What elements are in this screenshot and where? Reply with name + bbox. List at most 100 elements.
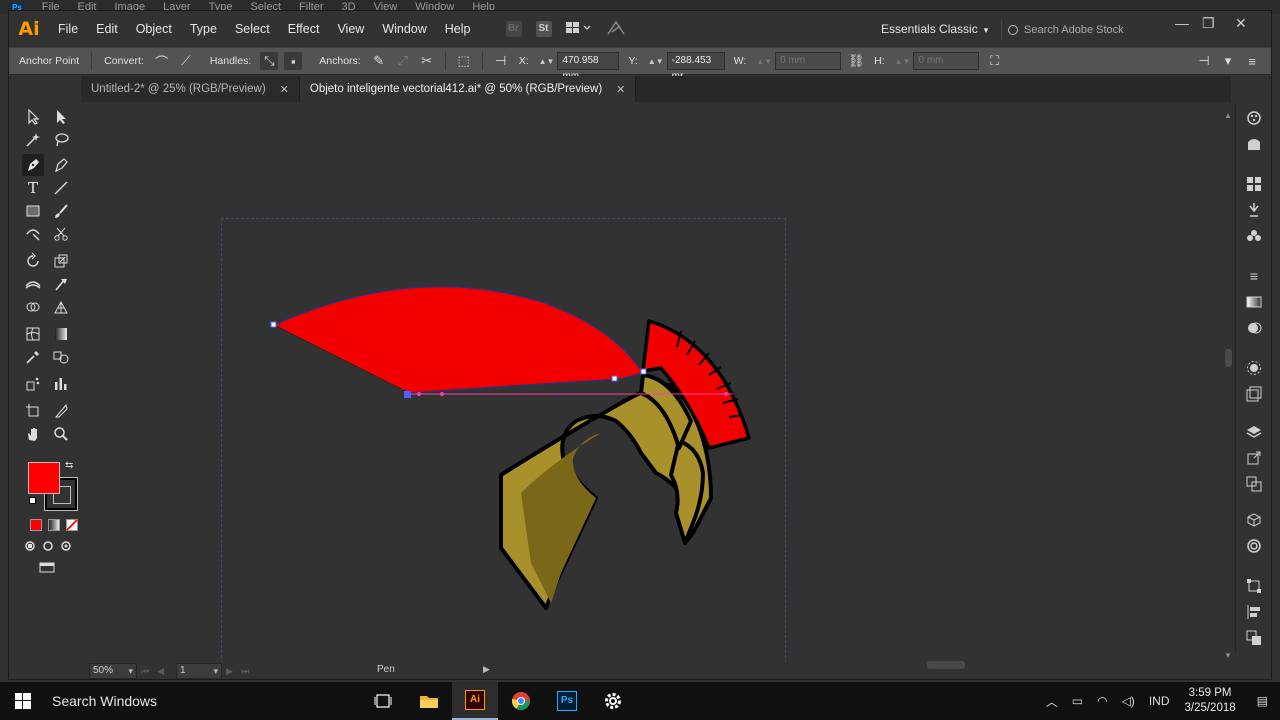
x-field[interactable]: 470.958 mm: [557, 52, 620, 82]
artboard-tool-icon[interactable]: [22, 400, 44, 422]
menu-effect[interactable]: Effect: [279, 11, 329, 47]
blend-tool-icon[interactable]: [50, 346, 72, 368]
slice-tool-icon[interactable]: [50, 400, 72, 422]
magic-wand-tool-icon[interactable]: [22, 129, 44, 151]
shaper-tool-icon[interactable]: [22, 223, 44, 245]
w-field[interactable]: 0 mm: [775, 52, 842, 70]
gradient-mode-icon[interactable]: [48, 519, 60, 531]
fill-color-swatch[interactable]: [28, 462, 60, 494]
next-artboard-icon[interactable]: ▶: [226, 666, 233, 677]
menu-file[interactable]: File: [49, 11, 87, 47]
asset-export-icon[interactable]: [1246, 450, 1262, 466]
artboard-number-field[interactable]: 1 ▾: [176, 663, 223, 679]
select-similar-icon[interactable]: ⬚: [455, 52, 473, 70]
close-tab-icon[interactable]: ✕: [280, 83, 289, 96]
menu-help[interactable]: Help: [436, 11, 480, 47]
scissors-tool-icon[interactable]: [50, 223, 72, 245]
clock[interactable]: 3:59 PM 3/25/2018: [1184, 686, 1235, 716]
hand-tool-icon[interactable]: [22, 423, 44, 445]
stroke-panel-icon[interactable]: ≡: [1246, 268, 1262, 284]
windows-start-button[interactable]: [0, 682, 46, 720]
menu-select[interactable]: Select: [226, 11, 279, 47]
h-field[interactable]: 0 mm: [913, 52, 980, 70]
creative-cloud-icon[interactable]: [1246, 538, 1262, 554]
cc-libraries-icon[interactable]: [1246, 512, 1262, 528]
status-menu-icon[interactable]: ▶: [483, 664, 490, 675]
network-icon[interactable]: ▭: [1072, 694, 1083, 708]
tab-objeto-inteligente[interactable]: Objeto inteligente vectorial412.ai* @ 50…: [299, 76, 637, 102]
appearance-icon[interactable]: [1246, 360, 1262, 376]
brushes-icon[interactable]: [1246, 202, 1262, 218]
x-stepper[interactable]: ▲▼: [539, 57, 555, 65]
transform-panel-icon[interactable]: [1246, 578, 1262, 594]
arrange-documents-icon[interactable]: [565, 21, 592, 38]
artboards-icon[interactable]: [1246, 476, 1262, 492]
workspace-switcher[interactable]: Essentials Classic ▾: [881, 11, 988, 47]
y-field[interactable]: -288.453 mr: [666, 52, 725, 82]
settings-icon[interactable]: [590, 682, 636, 720]
bridge-icon[interactable]: Br: [505, 21, 522, 37]
tab-untitled-2[interactable]: Untitled-2* @ 25% (RGB/Preview) ✕: [81, 76, 300, 102]
remove-anchor-icon[interactable]: ✎: [370, 52, 388, 70]
line-segment-tool-icon[interactable]: [50, 177, 72, 199]
wifi-icon[interactable]: ◠: [1097, 694, 1107, 708]
close-tab-icon[interactable]: ✕: [616, 83, 625, 96]
draw-normal-icon[interactable]: [22, 538, 38, 554]
photoshop-taskbar-app[interactable]: Ps: [544, 682, 590, 720]
curvature-tool-icon[interactable]: [50, 154, 72, 176]
selection-tool-icon[interactable]: [22, 106, 44, 128]
scroll-down-icon[interactable]: ▼: [1224, 651, 1232, 660]
last-artboard-icon[interactable]: ⏭: [241, 666, 249, 677]
cut-path-icon[interactable]: ✂: [418, 52, 436, 70]
hide-handles-icon[interactable]: ▪: [284, 52, 303, 70]
minimize-button[interactable]: —: [1175, 15, 1189, 31]
graphic-styles-icon[interactable]: [1246, 386, 1262, 402]
default-fill-stroke-icon[interactable]: [29, 497, 36, 504]
vertical-scroll-thumb[interactable]: [1225, 349, 1232, 367]
show-handles-icon[interactable]: ⤡: [260, 52, 279, 70]
pathfinder-icon[interactable]: [1246, 630, 1262, 646]
illustrator-taskbar-app[interactable]: Ai: [452, 682, 498, 720]
task-view-icon[interactable]: [360, 682, 406, 720]
color-mode-icon[interactable]: [30, 519, 42, 531]
gradient-panel-icon[interactable]: [1246, 294, 1262, 310]
previous-artboard-icon[interactable]: ◀: [157, 666, 164, 677]
scale-tool-icon[interactable]: [50, 250, 72, 272]
gpu-performance-icon[interactable]: [606, 20, 626, 39]
mesh-tool-icon[interactable]: [22, 323, 44, 345]
column-graph-tool-icon[interactable]: [50, 373, 72, 395]
transform-icon[interactable]: ⛶: [985, 52, 1003, 70]
file-explorer-icon[interactable]: [406, 682, 452, 720]
transparency-icon[interactable]: [1246, 320, 1262, 336]
perspective-grid-tool-icon[interactable]: [50, 296, 72, 318]
rotate-tool-icon[interactable]: [22, 250, 44, 272]
puppet-warp-tool-icon[interactable]: [50, 273, 72, 295]
eyedropper-tool-icon[interactable]: [22, 346, 44, 368]
restore-button[interactable]: ❐: [1202, 15, 1215, 32]
volume-icon[interactable]: ◁): [1122, 694, 1135, 708]
y-stepper[interactable]: ▲▼: [648, 57, 664, 65]
color-panel-icon[interactable]: [1246, 110, 1262, 126]
change-screen-mode-icon[interactable]: [36, 559, 58, 575]
panel-menu-icon[interactable]: ≡: [1243, 52, 1261, 70]
vertical-scrollbar[interactable]: ▲ ▼: [1221, 111, 1235, 661]
windows-search-box[interactable]: Search Windows: [46, 682, 346, 720]
arrange-icon[interactable]: ▾: [1219, 52, 1237, 70]
align-panel-icon[interactable]: [1246, 604, 1262, 620]
lasso-tool-icon[interactable]: [50, 129, 72, 151]
menu-window[interactable]: Window: [373, 11, 435, 47]
convert-corner-icon[interactable]: ⟋: [177, 52, 195, 70]
pen-tool-icon[interactable]: [22, 154, 44, 176]
layers-icon[interactable]: [1246, 424, 1262, 440]
paintbrush-tool-icon[interactable]: [50, 200, 72, 222]
scroll-up-icon[interactable]: ▲: [1224, 111, 1232, 120]
symbols-icon[interactable]: [1246, 228, 1262, 244]
shape-builder-tool-icon[interactable]: [22, 296, 44, 318]
close-button[interactable]: ✕: [1235, 15, 1247, 32]
gradient-tool-icon[interactable]: [50, 323, 72, 345]
isolate-icon[interactable]: ⊣: [1195, 52, 1213, 70]
chrome-icon[interactable]: [498, 682, 544, 720]
constrain-proportions-icon[interactable]: ⛓: [847, 52, 865, 70]
chevron-up-icon[interactable]: ︿: [1046, 693, 1058, 710]
menu-edit[interactable]: Edit: [87, 11, 127, 47]
